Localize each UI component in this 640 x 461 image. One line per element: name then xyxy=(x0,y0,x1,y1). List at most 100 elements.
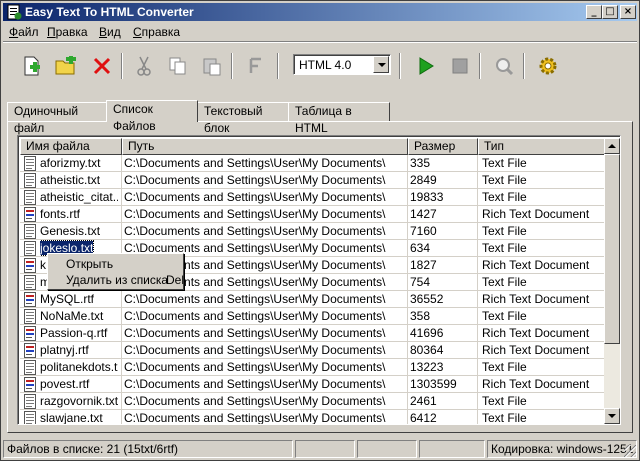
table-row[interactable]: slawjane.txt C:\Documents and Settings\Us… xyxy=(20,410,604,424)
file-name-cell: povest.rtf xyxy=(40,377,90,391)
menu-help[interactable]: Справка xyxy=(133,25,180,39)
file-path-cell: C:\Documents and Settings\User\My Docume… xyxy=(124,309,386,323)
chevron-down-icon[interactable] xyxy=(373,56,389,73)
red-x-icon xyxy=(93,57,111,75)
run-button[interactable] xyxy=(413,53,439,79)
file-type-cell: Text File xyxy=(482,190,527,204)
tab-single-file[interactable]: Одиночный файл xyxy=(7,102,107,135)
vertical-scrollbar[interactable] xyxy=(604,138,620,424)
table-row[interactable]: Passion-q.rtf C:\Documents and Settings\U… xyxy=(20,325,604,342)
text-file-icon xyxy=(24,241,36,256)
resize-grip[interactable] xyxy=(624,445,636,457)
file-name-cell: MySQL.rtf xyxy=(40,292,95,306)
scroll-up-button[interactable] xyxy=(604,138,620,154)
file-path-cell: C:\Documents and Settings\User\My Docume… xyxy=(124,326,386,340)
title-bar[interactable]: Easy Text To HTML Converter _ □ × xyxy=(3,3,637,21)
file-size-cell: 7160 xyxy=(410,224,437,238)
scroll-thumb[interactable] xyxy=(604,154,620,344)
tab-table-html[interactable]: Таблица в HTML xyxy=(288,102,390,135)
rtf-file-icon xyxy=(24,377,36,392)
toolbar-separator xyxy=(479,53,481,79)
menu-view[interactable]: Вид xyxy=(99,25,121,39)
table-row[interactable]: MySQL.rtf C:\Documents and Settings\User\… xyxy=(20,291,604,308)
file-size-cell: 80364 xyxy=(410,343,444,357)
status-file-count: Файлов в списке: 21 (15txt/6rtf) xyxy=(3,440,293,458)
tab-file-list[interactable]: Список Файлов xyxy=(106,100,198,133)
tab-text-block[interactable]: Текстовый блок xyxy=(197,102,289,135)
paste-icon xyxy=(203,58,221,76)
column-header-name[interactable]: Имя файла xyxy=(20,138,122,155)
file-name-cell: NoNaMe.txt xyxy=(40,309,104,323)
column-header-size[interactable]: Размер xyxy=(408,138,478,155)
gear-icon xyxy=(539,57,557,75)
file-path-cell: C:\Documents and Settings\User\My Docume… xyxy=(124,360,386,374)
file-size-cell: 754 xyxy=(410,275,431,289)
new-file-button[interactable] xyxy=(19,53,45,79)
table-row[interactable]: atheistic.txt C:\Documents and Settings\U… xyxy=(20,172,604,189)
table-row[interactable]: platnyj.rtf C:\Documents and Settings\Use… xyxy=(20,342,604,359)
magnifier-icon xyxy=(496,58,514,76)
minimize-button[interactable]: _ xyxy=(586,5,602,19)
window-title: Easy Text To HTML Converter xyxy=(25,5,194,19)
context-open-item[interactable]: Открыть xyxy=(66,257,113,271)
remove-button[interactable] xyxy=(89,53,115,79)
app-window: Easy Text To HTML Converter _ □ × Файл П… xyxy=(0,0,640,461)
file-type-cell: Text File xyxy=(482,173,527,187)
toolbar-separator xyxy=(231,53,233,79)
status-panel-empty xyxy=(357,440,417,458)
text-file-icon xyxy=(24,309,36,324)
file-type-cell: Rich Text Document xyxy=(482,292,590,306)
file-type-cell: Text File xyxy=(482,241,527,255)
stop-button[interactable] xyxy=(447,53,473,79)
file-size-cell: 2461 xyxy=(410,394,437,408)
scroll-down-button[interactable] xyxy=(604,408,620,424)
text-file-icon xyxy=(24,275,36,290)
paste-button[interactable] xyxy=(199,53,225,79)
menu-file[interactable]: Файл xyxy=(9,25,39,39)
table-row[interactable]: atheistic_citat... C:\Documents and Setti… xyxy=(20,189,604,206)
file-path-cell: C:\Documents and Settings\User\My Docume… xyxy=(124,173,386,187)
text-file-icon xyxy=(24,411,36,424)
format-select[interactable]: HTML 4.0 xyxy=(293,54,391,75)
add-folder-button[interactable] xyxy=(53,53,79,79)
table-row[interactable]: NoNaMe.txt C:\Documents and Settings\User… xyxy=(20,308,604,325)
file-type-cell: Text File xyxy=(482,156,527,170)
file-size-cell: 335 xyxy=(410,156,431,170)
preview-button[interactable] xyxy=(491,53,517,79)
maximize-button[interactable]: □ xyxy=(602,5,618,19)
file-size-cell: 41696 xyxy=(410,326,444,340)
column-header-path[interactable]: Путь xyxy=(122,138,408,155)
file-name-cell: atheistic_citat... xyxy=(40,190,118,204)
status-encoding: Кодировка: windows-1251 xyxy=(487,440,637,458)
font-button[interactable] xyxy=(243,53,269,79)
column-header-type[interactable]: Тип xyxy=(478,138,606,155)
grid-line xyxy=(20,239,604,240)
scissors-icon xyxy=(137,56,151,76)
font-icon xyxy=(249,57,261,73)
file-type-cell: Text File xyxy=(482,309,527,323)
table-row[interactable]: razgovornik.txt C:\Documents and Settings… xyxy=(20,393,604,410)
file-size-cell: 19833 xyxy=(410,190,444,204)
file-path-cell: C:\Documents and Settings\User\My Docume… xyxy=(124,190,386,204)
table-row[interactable]: Genesis.txt C:\Documents and Settings\Use… xyxy=(20,223,604,240)
settings-button[interactable] xyxy=(535,53,561,79)
table-row[interactable]: povest.rtf C:\Documents and Settings\User… xyxy=(20,376,604,393)
menu-edit[interactable]: Правка xyxy=(47,25,88,39)
file-path-cell: C:\Documents and Settings\User\My Docume… xyxy=(124,156,386,170)
copy-button[interactable] xyxy=(165,53,191,79)
toolbar-separator xyxy=(121,53,123,79)
close-button[interactable]: × xyxy=(620,5,636,19)
table-row[interactable]: aforizmy.txt C:\Documents and Settings\Us… xyxy=(20,155,604,172)
cut-button[interactable] xyxy=(131,53,157,79)
table-row[interactable]: politanekdots.txt C:\Documents and Settin… xyxy=(20,359,604,376)
file-size-cell: 2849 xyxy=(410,173,437,187)
table-row[interactable]: fonts.rtf C:\Documents and Settings\User\… xyxy=(20,206,604,223)
format-select-value: HTML 4.0 xyxy=(299,58,352,72)
grid-line xyxy=(20,222,604,223)
tab-bar: Одиночный файл Список Файлов Текстовый б… xyxy=(7,100,633,135)
stop-icon xyxy=(452,58,468,74)
text-file-icon xyxy=(24,156,36,171)
file-type-cell: Rich Text Document xyxy=(482,326,590,340)
app-icon xyxy=(7,4,22,20)
context-remove-item[interactable]: Удалить из списка xyxy=(66,273,168,287)
